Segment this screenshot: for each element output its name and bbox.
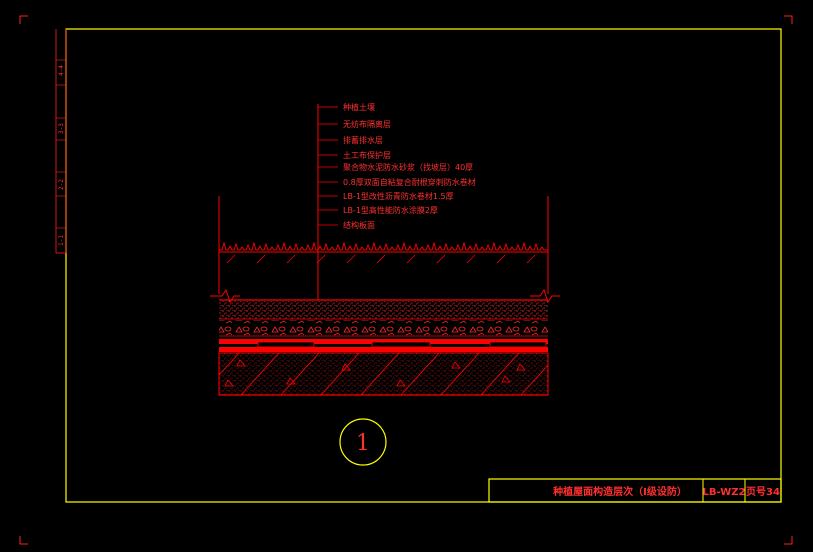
soil-mark <box>436 254 446 264</box>
layer-label-structural-slab: 结构板面 <box>343 220 375 230</box>
layer-label-filter-fabric: 无纺布隔离层 <box>343 119 391 129</box>
gravel-layer <box>219 320 548 336</box>
gutter-mark-1: 4-4 <box>58 65 65 76</box>
cad-drawing-canvas: 4-4 3-3 2-2 1-1 种植土壤 无纺布隔离层 排蓄排水层 土工布保护层… <box>19 15 793 545</box>
gutter-mark-4: 1-1 <box>58 235 65 246</box>
coating-layer <box>219 347 548 352</box>
soil-mark <box>376 254 386 264</box>
membrane-joints <box>257 341 547 348</box>
title-block: 种植屋面构造层次（Ⅰ级设防） LB-WZ2 页号34 <box>488 478 782 503</box>
layer-label-drainage: 排蓄排水层 <box>343 135 383 145</box>
soil-mark <box>406 254 416 264</box>
grass-surface <box>219 241 548 251</box>
soil-mark <box>256 254 266 264</box>
soil-mark <box>466 254 476 264</box>
layer-label-protection: 土工布保护层 <box>343 150 391 160</box>
stipple-layer <box>219 301 548 319</box>
layer-callout: 种植土壤 无纺布隔离层 排蓄排水层 土工布保护层 聚合物水泥防水砂浆（找坡层）4… <box>317 102 476 300</box>
layer-label-planting-soil: 种植土壤 <box>343 102 375 112</box>
soil-mark <box>496 254 506 264</box>
soil-mark <box>346 254 356 264</box>
title-block-page: 页号34 <box>746 486 780 498</box>
outer-corner-marks <box>19 15 793 545</box>
layer-label-coating: LB-1型高性能防水涂膜2厚 <box>343 205 438 215</box>
layer-label-membrane: LB-1型改性沥青防水卷材1.5厚 <box>343 191 454 201</box>
detail-marker: 1 <box>339 418 387 466</box>
gutter-mark-3: 2-2 <box>58 179 65 190</box>
gutter-mark-2: 3-3 <box>58 123 65 134</box>
detail-number: 1 <box>356 431 370 456</box>
drawing-frame <box>65 28 782 503</box>
layer-label-root-barrier: 0.8厚双面自粘复合耐根穿刺防水卷材 <box>343 177 476 187</box>
soil-marks <box>226 254 536 264</box>
binding-gutter: 4-4 3-3 2-2 1-1 <box>55 29 67 254</box>
title-block-code: LB-WZ2 <box>703 487 746 498</box>
roof-section-detail <box>210 196 560 396</box>
soil-mark <box>226 254 236 264</box>
title-block-title: 种植屋面构造层次（Ⅰ级设防） <box>552 485 687 498</box>
soil-mark <box>286 254 296 264</box>
layer-label-screed: 聚合物水泥防水砂浆（找坡层）40厚 <box>343 162 473 172</box>
soil-mark <box>526 254 536 264</box>
